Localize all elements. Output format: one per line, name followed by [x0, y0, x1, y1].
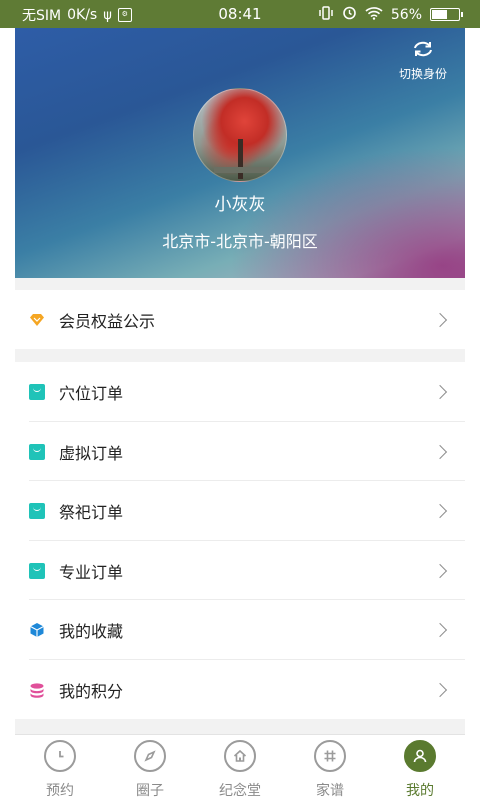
menu-item-label: 我的积分 [59, 681, 124, 701]
menu-item-sacrifice-orders[interactable]: 祭祀订单 [15, 481, 465, 540]
user-location: 北京市-北京市-朝阳区 [162, 232, 318, 251]
profile-header: 切换身份 小灰灰 北京市-北京市-朝阳区 [15, 28, 465, 278]
compass-icon [134, 740, 166, 772]
menu-item-virtual-orders[interactable]: 虚拟订单 [15, 422, 465, 481]
menu-item-points[interactable]: 我的积分 [15, 660, 465, 719]
avatar[interactable] [193, 88, 287, 182]
menu-item-label: 我的收藏 [59, 621, 124, 641]
nav-item-circle[interactable]: 圈子 [105, 735, 195, 800]
nav-label: 预约 [46, 783, 74, 799]
status-bar: 无SIM 0K/s ψ ⚙ 08:41 56% [0, 0, 480, 28]
menu-item-label: 祭祀订单 [59, 502, 124, 522]
nav-item-memorial-hall[interactable]: 纪念堂 [195, 735, 285, 800]
shopping-bag-icon [29, 383, 45, 400]
menu-item-acupoint-orders[interactable]: 穴位订单 [15, 362, 465, 421]
bottom-nav: 预约 圈子 纪念堂 家谱 我的 [15, 734, 465, 800]
home-icon [224, 740, 256, 772]
wifi-icon [365, 6, 383, 24]
coins-icon [29, 682, 45, 698]
chevron-right-icon [432, 384, 448, 399]
nav-item-genealogy[interactable]: 家谱 [285, 735, 375, 800]
refresh-icon [393, 40, 453, 61]
chevron-right-icon [432, 622, 448, 637]
alarm-icon [342, 5, 357, 24]
user-icon [404, 740, 436, 772]
shopping-bag-icon [29, 443, 45, 460]
section-gap [15, 278, 465, 290]
menu-item-label: 穴位订单 [59, 383, 124, 403]
username: 小灰灰 [214, 195, 266, 215]
section-gap [15, 349, 465, 362]
grid-icon [314, 740, 346, 772]
shopping-bag-icon [29, 562, 45, 579]
switch-identity-button[interactable]: 切换身份 [393, 40, 453, 82]
chevron-right-icon [432, 503, 448, 518]
nav-label: 纪念堂 [219, 783, 261, 799]
diamond-icon [29, 312, 45, 328]
section-gap [15, 719, 465, 734]
nav-label: 家谱 [316, 783, 344, 799]
chevron-right-icon [432, 444, 448, 459]
menu-item-label: 虚拟订单 [59, 443, 124, 463]
cube-icon [29, 622, 45, 638]
clock-icon [44, 740, 76, 772]
battery-percent: 56% [390, 6, 422, 23]
menu-item-membership[interactable]: 会员权益公示 [15, 290, 465, 349]
nav-item-appointment[interactable]: 预约 [15, 735, 105, 800]
chevron-right-icon [432, 682, 448, 697]
menu-item-label: 会员权益公示 [59, 311, 156, 331]
nav-item-mine[interactable]: 我的 [375, 735, 465, 800]
vibrate-icon [318, 5, 334, 24]
switch-identity-label: 切换身份 [398, 67, 447, 81]
chevron-right-icon [432, 563, 448, 578]
menu-item-professional-orders[interactable]: 专业订单 [15, 541, 465, 600]
menu-item-label: 专业订单 [59, 562, 124, 582]
shopping-bag-icon [29, 502, 45, 519]
nav-label: 我的 [406, 783, 434, 799]
chevron-right-icon [432, 312, 448, 327]
nav-label: 圈子 [136, 783, 164, 799]
menu-item-favorites[interactable]: 我的收藏 [15, 600, 465, 659]
battery-icon [430, 8, 463, 21]
